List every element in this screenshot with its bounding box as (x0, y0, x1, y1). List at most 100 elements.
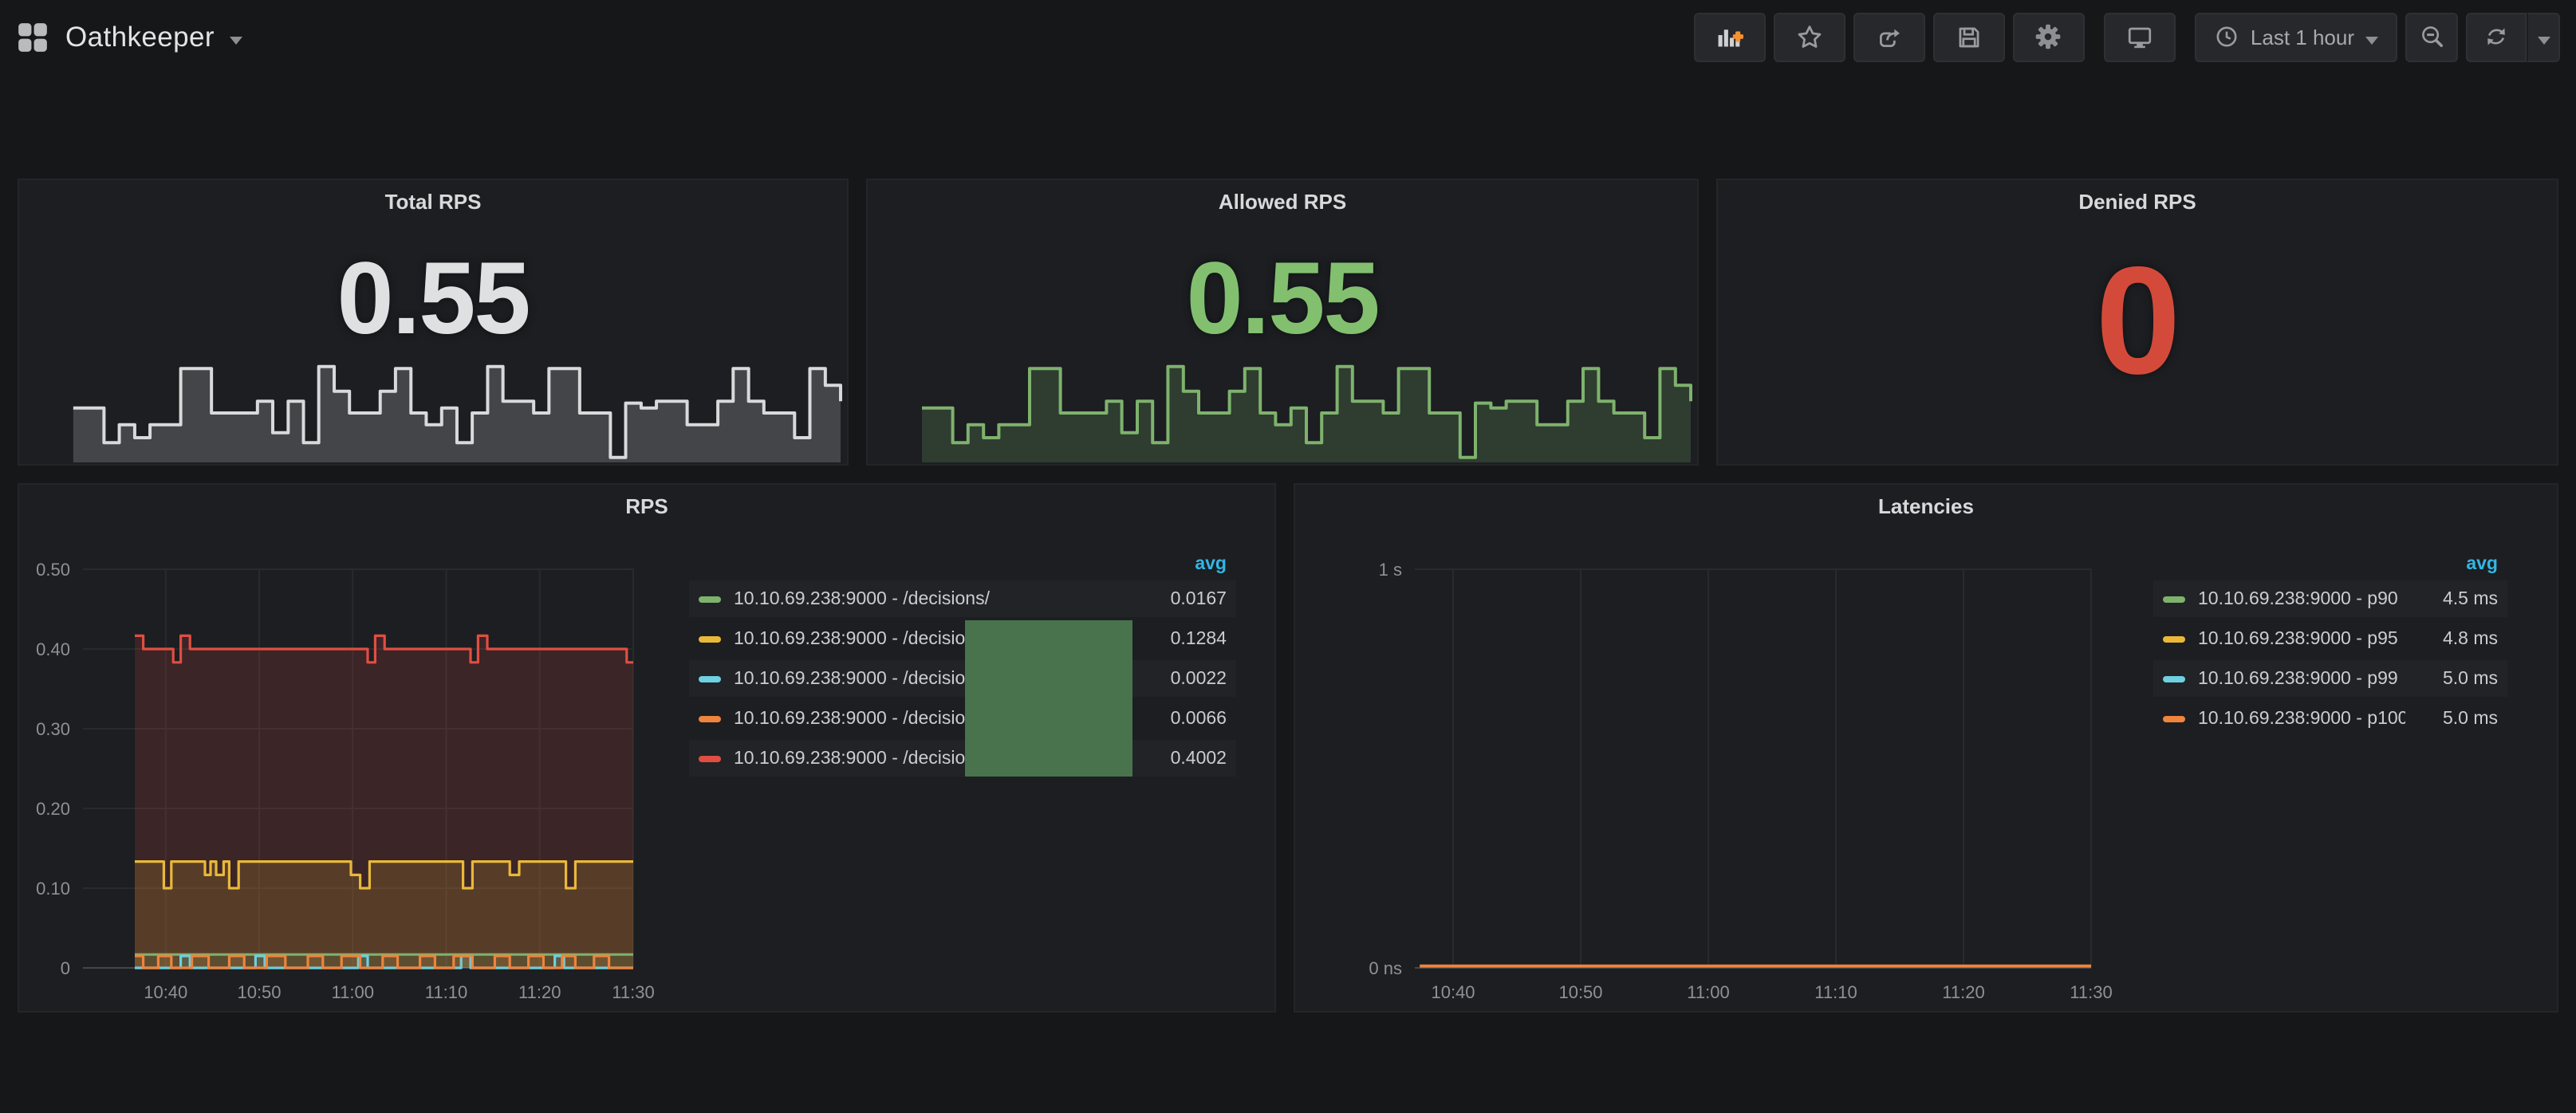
svg-text:0.40: 0.40 (36, 639, 70, 659)
svg-text:10:50: 10:50 (237, 982, 281, 1002)
settings-button[interactable] (2013, 12, 2085, 61)
legend-series-swatch[interactable] (699, 675, 721, 682)
svg-text:0.10: 0.10 (36, 879, 70, 899)
svg-text:11:30: 11:30 (612, 982, 654, 1002)
panel-title[interactable]: Latencies (1295, 494, 2557, 518)
monitor-icon (2126, 23, 2153, 50)
legend-series-swatch[interactable] (2163, 715, 2185, 722)
cycle-view-button[interactable] (2104, 12, 2176, 61)
legend-avg-header[interactable]: avg (2153, 555, 2507, 580)
time-range-picker[interactable]: Last 1 hour (2195, 12, 2397, 61)
zoom-out-button[interactable] (2405, 12, 2458, 61)
latencies-legend: avg 10.10.69.238:9000 - p904.5 ms10.10.6… (2153, 555, 2507, 740)
legend-row[interactable]: 10.10.69.238:9000 - /decisions/0.1284 (689, 620, 1236, 657)
legend-row[interactable]: 10.10.69.238:9000 - p954.8 ms (2153, 620, 2507, 657)
svg-text:11:10: 11:10 (1814, 982, 1857, 1002)
svg-text:11:10: 11:10 (425, 982, 467, 1002)
legend-series-value: 0.0066 (1134, 709, 1227, 728)
svg-text:0.50: 0.50 (36, 560, 70, 580)
refresh-icon (2483, 24, 2509, 49)
panel-total-rps: Total RPS 0.55 (18, 179, 849, 466)
legend-series-swatch[interactable] (2163, 596, 2185, 602)
panel-rps-graph: RPS 10:40 10:50 11:00 11:10 11:20 11:30 0 0.10 0… (18, 483, 1276, 1013)
panel-denied-rps: Denied RPS 0 (1716, 179, 2558, 466)
dashboard-title[interactable]: Oathkeeper (65, 20, 215, 53)
time-range-label: Last 1 hour (2251, 25, 2354, 49)
legend-row[interactable]: 10.10.69.238:9000 - p904.5 ms (2153, 580, 2507, 617)
stat-value: 0 (1718, 222, 2557, 423)
refresh-interval-dropdown[interactable] (2527, 12, 2560, 61)
add-panel-icon (1716, 23, 1743, 50)
navbar-toolbar: Last 1 hour (1694, 12, 2560, 61)
svg-text:0 ns: 0 ns (1369, 958, 1402, 978)
legend-series-swatch[interactable] (2163, 635, 2185, 642)
legend-series-swatch[interactable] (2163, 675, 2185, 682)
legend-series-value: 4.5 ms (2405, 589, 2498, 608)
legend-row[interactable]: 10.10.69.238:9000 - /decisions/0.4002 (689, 740, 1236, 777)
save-button[interactable] (1933, 12, 2005, 61)
rps-legend: avg 10.10.69.238:9000 - /decisions/0.016… (689, 555, 1236, 780)
svg-text:0.20: 0.20 (36, 799, 70, 819)
stat-value: 0.55 (868, 222, 1697, 375)
svg-text:11:20: 11:20 (518, 982, 561, 1002)
svg-text:10:40: 10:40 (1431, 982, 1475, 1002)
star-icon (1796, 23, 1823, 50)
legend-series-value: 4.8 ms (2405, 629, 2498, 648)
legend-rows: 10.10.69.238:9000 - /decisions/0.016710.… (689, 580, 1236, 777)
gear-icon (2034, 22, 2063, 51)
panel-title[interactable]: Allowed RPS (868, 190, 1697, 214)
legend-row[interactable]: 10.10.69.238:9000 - /decisions/0.0022 (689, 660, 1236, 697)
svg-text:11:00: 11:00 (332, 982, 374, 1002)
share-button[interactable] (1853, 12, 1925, 61)
latencies-chart[interactable]: 10:4010:5011:0011:1011:2011:300 ns1 s (1295, 533, 2125, 1014)
legend-series-value: 0.1284 (1134, 629, 1227, 648)
svg-text:11:00: 11:00 (1687, 982, 1729, 1002)
add-panel-button[interactable] (1694, 12, 1766, 61)
dashboard-canvas: Total RPS 0.55 Allowed RPS 0.55 Denied R… (0, 73, 2576, 1113)
panel-title[interactable]: RPS (19, 494, 1274, 518)
legend-series-value: 0.0167 (1134, 589, 1227, 608)
legend-series-value: 5.0 ms (2405, 709, 2498, 728)
chevron-down-icon (2537, 36, 2550, 44)
svg-text:10:40: 10:40 (144, 982, 187, 1002)
dashboard-root: Oathkeeper (0, 0, 2576, 1113)
panel-title[interactable]: Denied RPS (1718, 190, 2557, 214)
chevron-down-icon (230, 36, 243, 44)
legend-series-name[interactable]: 10.10.69.238:9000 - p100 (2198, 709, 2405, 728)
legend-series-name[interactable]: 10.10.69.238:9000 - p90 (2198, 589, 2405, 608)
stat-value: 0.55 (19, 222, 847, 375)
navbar: Oathkeeper (0, 0, 2576, 73)
share-icon (1876, 23, 1903, 50)
legend-row[interactable]: 10.10.69.238:9000 - p1005.0 ms (2153, 700, 2507, 737)
legend-row[interactable]: 10.10.69.238:9000 - /decisions/0.0167 (689, 580, 1236, 617)
legend-series-name[interactable]: 10.10.69.238:9000 - p95 (2198, 629, 2405, 648)
refresh-button[interactable] (2466, 12, 2527, 61)
panel-title[interactable]: Total RPS (19, 190, 847, 214)
legend-series-value: 0.4002 (1134, 749, 1227, 768)
star-button[interactable] (1774, 12, 1845, 61)
green-overlay-artifact (965, 620, 1132, 777)
legend-rows: 10.10.69.238:9000 - p904.5 ms10.10.69.23… (2153, 580, 2507, 737)
legend-series-swatch[interactable] (699, 715, 721, 722)
legend-series-name[interactable]: 10.10.69.238:9000 - p99 (2198, 669, 2405, 688)
panel-allowed-rps: Allowed RPS 0.55 (866, 179, 1699, 466)
legend-series-value: 0.0022 (1134, 669, 1227, 688)
svg-text:10:50: 10:50 (1558, 982, 1602, 1002)
zoom-out-icon (2419, 24, 2444, 49)
dashboard-grid-icon (16, 20, 49, 53)
panel-latencies-graph: Latencies 10:4010:5011:0011:1011:2011:30… (1294, 483, 2558, 1013)
rps-chart[interactable]: 10:40 10:50 11:00 11:10 11:20 11:30 0 0.10 0.20 0… (19, 533, 657, 1014)
dashboard-picker[interactable]: Oathkeeper (16, 20, 243, 53)
legend-series-value: 5.0 ms (2405, 669, 2498, 688)
legend-series-swatch[interactable] (699, 755, 721, 761)
legend-series-name[interactable]: 10.10.69.238:9000 - /decisions/ (734, 589, 1134, 608)
svg-text:0: 0 (61, 958, 70, 978)
legend-row[interactable]: 10.10.69.238:9000 - /decisions/0.0066 (689, 700, 1236, 737)
legend-avg-header[interactable]: avg (689, 555, 1236, 580)
save-icon (1956, 23, 1983, 50)
chevron-down-icon (2365, 36, 2378, 44)
svg-text:11:20: 11:20 (1942, 982, 1984, 1002)
legend-series-swatch[interactable] (699, 596, 721, 602)
legend-row[interactable]: 10.10.69.238:9000 - p995.0 ms (2153, 660, 2507, 697)
legend-series-swatch[interactable] (699, 635, 721, 642)
